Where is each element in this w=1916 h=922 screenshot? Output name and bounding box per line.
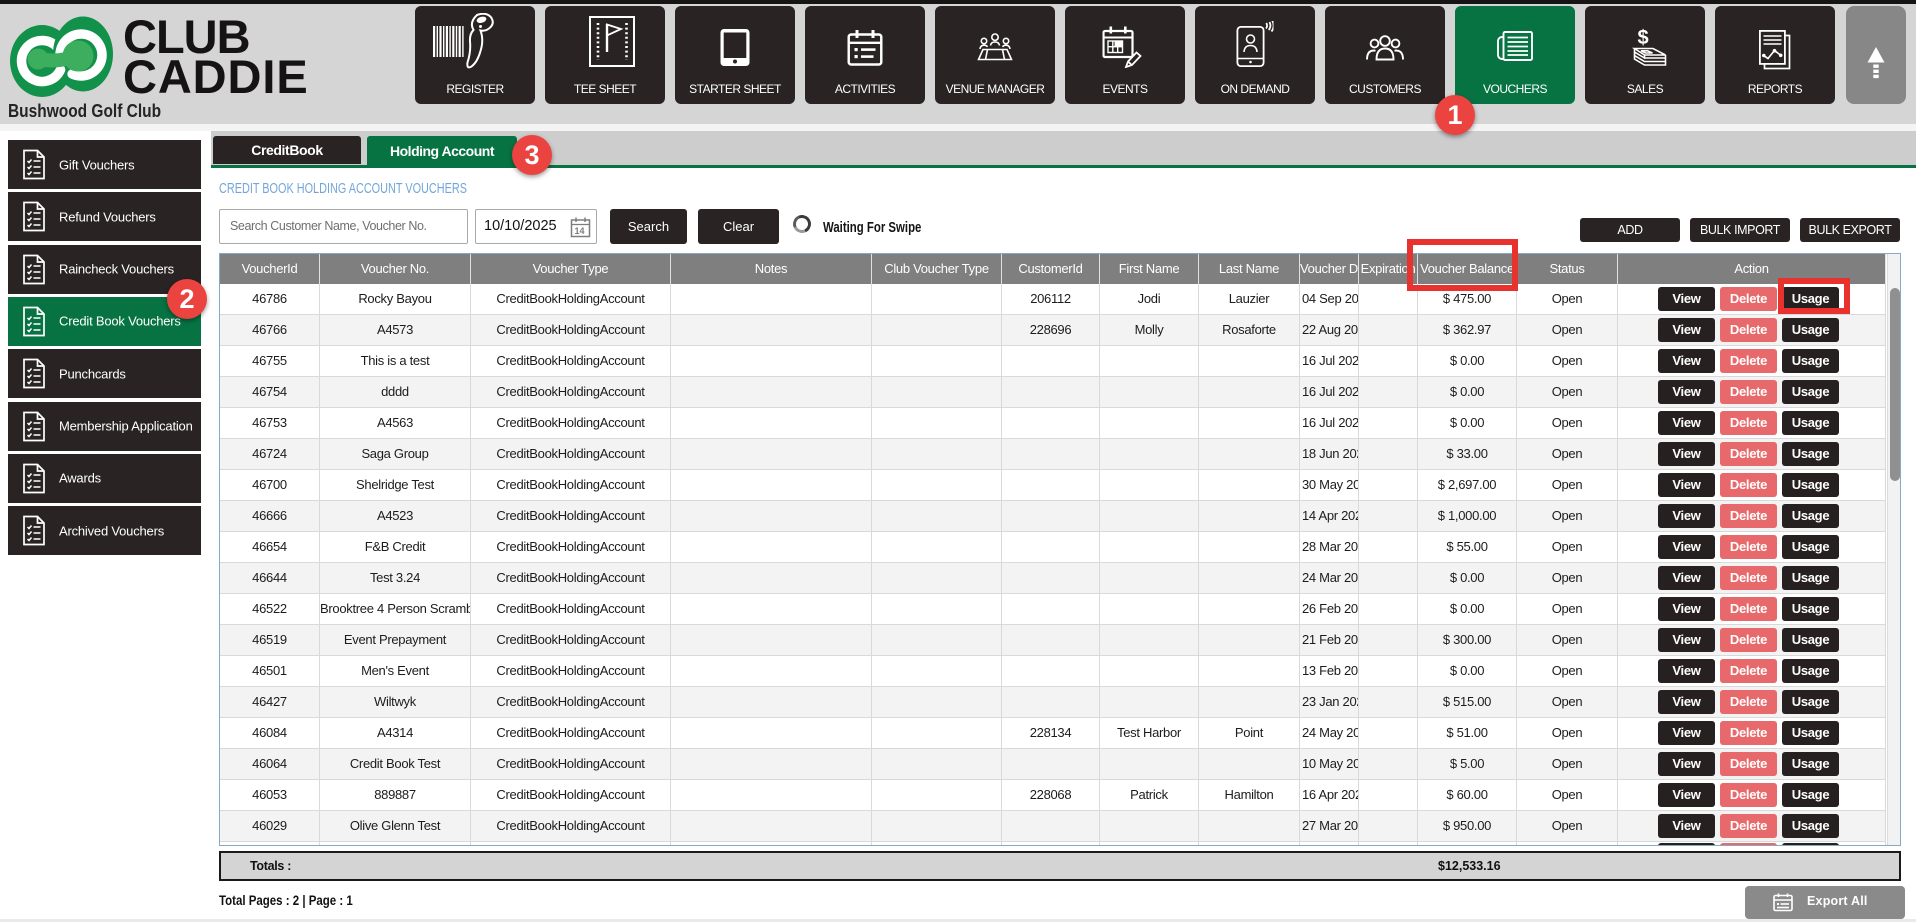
- svg-text:$: $: [1638, 28, 1649, 49]
- svg-text:14: 14: [575, 226, 585, 236]
